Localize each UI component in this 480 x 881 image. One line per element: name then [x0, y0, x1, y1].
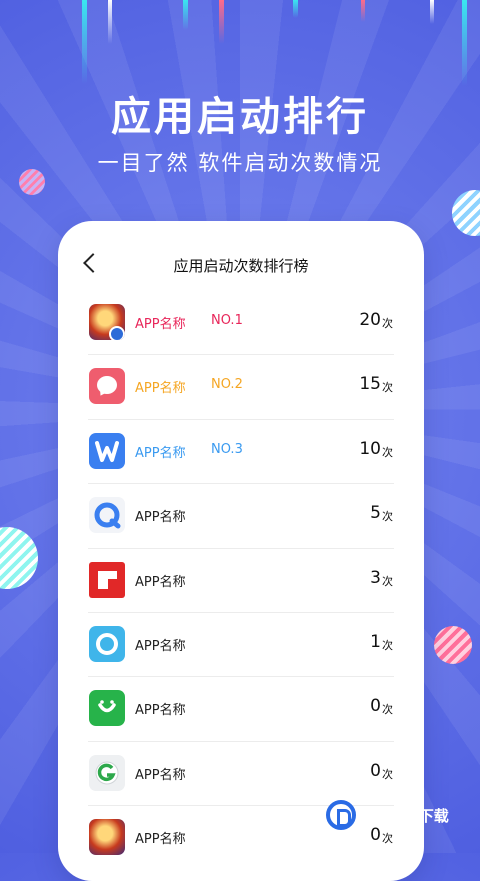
launch-count: 1: [370, 631, 381, 652]
count-unit: 次: [382, 767, 393, 781]
decor-ball: [452, 190, 480, 236]
ring-icon: [89, 625, 125, 662]
game-hero-icon: [89, 304, 125, 340]
rank-label: NO.3: [211, 441, 243, 457]
game-hero-icon: [89, 819, 125, 856]
list-item[interactable]: APP名称 1 次: [58, 613, 424, 678]
ranking-list: APP名称 NO.1 20 次 APP名称 NO.2 15 次 APP名称 NO…: [58, 291, 424, 871]
chat-bubble-icon: [89, 368, 125, 405]
decor-streak: [183, 0, 188, 30]
launch-count: 15: [359, 374, 381, 395]
launch-count: 20: [359, 310, 381, 330]
count-unit: 次: [382, 317, 393, 330]
list-item[interactable]: APP名称 3 次: [58, 549, 424, 613]
count-unit: 次: [382, 832, 393, 846]
watermark: PCPOP下载 PCPOP Download: [326, 800, 449, 830]
list-item[interactable]: APP名称 NO.3 10 次: [58, 420, 424, 485]
list-item[interactable]: APP名称 0 次: [58, 742, 424, 807]
launch-count: 10: [359, 438, 381, 459]
pcpop-logo-icon: [326, 800, 356, 830]
smile-icon: [89, 690, 125, 727]
launch-count: 5: [370, 503, 381, 524]
flipboard-icon: [89, 561, 125, 598]
app-name: APP名称: [135, 767, 186, 783]
list-item[interactable]: APP名称 0 次: [58, 677, 424, 742]
list-item[interactable]: APP名称 NO.1 20 次: [58, 291, 424, 356]
browser-q-icon: [89, 497, 125, 534]
app-name: APP名称: [135, 317, 186, 332]
app-name: APP名称: [135, 638, 186, 654]
decor-streak: [219, 0, 224, 44]
decor-ball: [434, 626, 472, 664]
launch-count: 0: [370, 760, 381, 781]
rank-label: NO.1: [211, 313, 243, 328]
rank-label: NO.2: [211, 377, 243, 393]
launch-count: 3: [370, 567, 381, 588]
app-name: APP名称: [135, 445, 186, 461]
banner-subline: 一目了然 软件启动次数情况: [97, 151, 383, 175]
count-unit: 次: [382, 574, 393, 588]
decor-ball: [0, 527, 38, 589]
count-unit: 次: [382, 381, 393, 395]
list-item[interactable]: APP名称 NO.2 15 次: [58, 355, 424, 420]
banner-headline: 应用启动排行: [111, 94, 369, 140]
decor-streak: [108, 0, 112, 44]
count-unit: 次: [382, 638, 393, 652]
decor-streak: [430, 0, 434, 24]
count-unit: 次: [382, 445, 393, 459]
g-letter-icon: [89, 754, 125, 791]
app-name: APP名称: [135, 574, 186, 590]
watermark-sub: PCPOP Download: [362, 822, 414, 829]
phone-mockup: 应用启动次数排行榜 APP名称 NO.1 20 次 APP名称 NO.2 15 …: [58, 221, 424, 881]
count-unit: 次: [382, 510, 393, 524]
count-unit: 次: [382, 703, 393, 717]
app-name: APP名称: [135, 381, 186, 397]
app-name: APP名称: [135, 832, 186, 848]
decor-streak: [82, 0, 87, 84]
screen-title: 应用启动次数排行榜: [173, 257, 309, 275]
app-name: APP名称: [135, 703, 186, 719]
list-item[interactable]: APP名称 5 次: [58, 484, 424, 549]
decor-streak: [462, 0, 467, 86]
decor-streak: [293, 0, 298, 18]
launch-count: 0: [370, 696, 381, 717]
decor-streak: [361, 0, 365, 22]
w-letter-icon: [89, 432, 125, 469]
app-name: APP名称: [135, 510, 186, 526]
